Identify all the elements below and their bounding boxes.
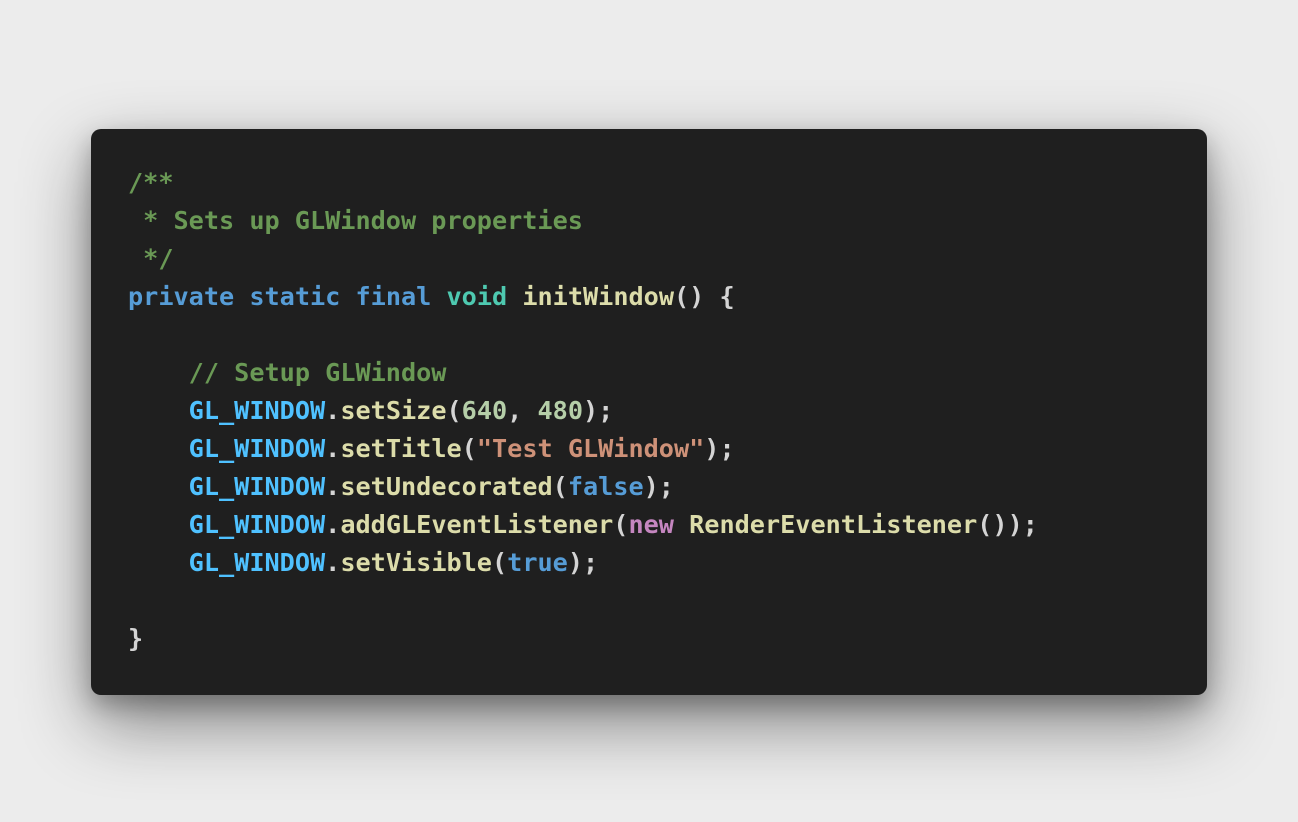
code-snippet-window: /** * Sets up GLWindow properties */ priv… (91, 129, 1207, 695)
keyword-token: final (355, 282, 432, 311)
code-line: // Setup GLWindow (128, 354, 1038, 392)
punctuation-token: ); (704, 434, 735, 463)
identifier-token: RenderEventListener (689, 510, 978, 539)
punctuation-token (128, 510, 189, 539)
keyword-token: private (128, 282, 235, 311)
punctuation-token (128, 396, 189, 425)
constant-token: GL_WINDOW (188, 510, 326, 539)
code-block[interactable]: /** * Sets up GLWindow properties */ priv… (128, 164, 1038, 658)
punctuation-token: ( (552, 472, 568, 501)
code-line: GL_WINDOW.setSize(640, 480); (128, 392, 1038, 430)
operator-keyword-token: new (628, 510, 674, 539)
punctuation-token: } (128, 624, 144, 653)
punctuation-token: , (507, 396, 538, 425)
punctuation-token: ( (446, 396, 462, 425)
identifier-token: setTitle (340, 434, 462, 463)
punctuation-token (507, 282, 522, 311)
keyword-token: true (507, 548, 568, 577)
punctuation-token: . (325, 396, 341, 425)
number-literal: 640 (461, 396, 508, 425)
code-line: GL_WINDOW.setVisible(true); (128, 544, 1038, 582)
punctuation-token (431, 282, 446, 311)
code-line: * Sets up GLWindow properties (128, 202, 1038, 240)
punctuation-token: ( (613, 510, 629, 539)
code-line: } (128, 620, 1038, 658)
constant-token: GL_WINDOW (188, 396, 326, 425)
string-literal: "Test GLWindow" (476, 434, 705, 463)
punctuation-token (234, 282, 249, 311)
comment-token: // Setup GLWindow (188, 358, 447, 387)
keyword-token: false (567, 472, 644, 501)
punctuation-token: . (325, 434, 341, 463)
constant-token: GL_WINDOW (188, 434, 326, 463)
comment-token: * Sets up GLWindow properties (128, 206, 583, 235)
punctuation-token (340, 282, 355, 311)
punctuation-token (128, 434, 189, 463)
constant-token: GL_WINDOW (188, 472, 326, 501)
identifier-token: setVisible (340, 548, 492, 577)
code-line: GL_WINDOW.setTitle("Test GLWindow"); (128, 430, 1038, 468)
punctuation-token: ()); (977, 510, 1038, 539)
identifier-token: setSize (340, 396, 447, 425)
code-line: private static final void initWindow() { (128, 278, 1038, 316)
comment-token: /** (128, 168, 174, 197)
number-literal: 480 (537, 396, 584, 425)
punctuation-token: . (325, 472, 341, 501)
code-line: GL_WINDOW.setUndecorated(false); (128, 468, 1038, 506)
keyword-token: static (249, 282, 341, 311)
punctuation-token (128, 472, 189, 501)
type-token: void (446, 282, 508, 311)
punctuation-token: . (325, 548, 341, 577)
identifier-token: setUndecorated (340, 472, 553, 501)
punctuation-token: ); (583, 396, 614, 425)
punctuation-token: ); (567, 548, 599, 577)
punctuation-token (128, 548, 189, 577)
code-line: /** (128, 164, 1038, 202)
comment-token: */ (128, 244, 174, 273)
punctuation-token: ( (491, 548, 508, 577)
punctuation-token (674, 510, 689, 539)
identifier-token: initWindow (522, 282, 674, 311)
punctuation-token: ); (643, 472, 674, 501)
constant-token: GL_WINDOW (188, 548, 326, 577)
punctuation-token (128, 358, 189, 387)
code-line: GL_WINDOW.addGLEventListener(new RenderE… (128, 506, 1038, 544)
code-line: */ (128, 240, 1038, 278)
punctuation-token: () { (674, 282, 735, 311)
identifier-token: addGLEventListener (340, 510, 614, 539)
punctuation-token: . (325, 510, 341, 539)
punctuation-token: ( (461, 434, 477, 463)
